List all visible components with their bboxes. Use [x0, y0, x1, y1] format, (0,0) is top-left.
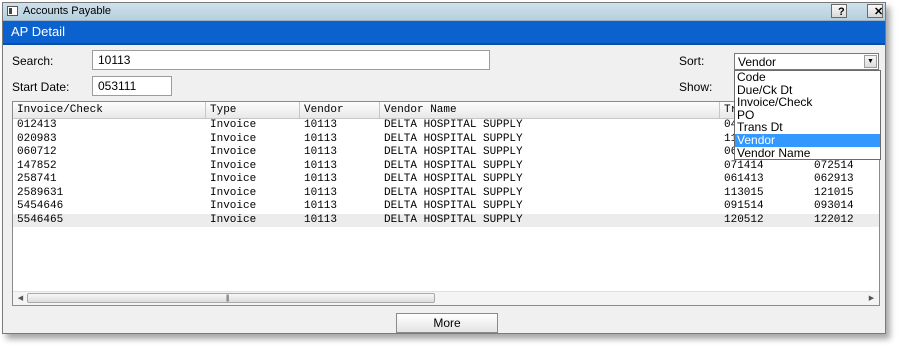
help-button[interactable]: ?: [831, 4, 847, 18]
cell-type: Invoice: [210, 132, 257, 145]
cell-due-dt: 072514: [814, 159, 854, 172]
cell-vendor-name: DELTA HOSPITAL SUPPLY: [384, 119, 523, 131]
cell-invoice-check: 2589631: [17, 186, 64, 199]
scroll-left-icon[interactable]: ◀: [15, 293, 26, 304]
more-button[interactable]: More: [396, 313, 498, 333]
sort-selected-value: Vendor: [738, 55, 777, 69]
search-label: Search:: [12, 54, 54, 68]
cell-due-dt: 093014: [814, 200, 854, 212]
grip-icon: |||: [226, 295, 230, 302]
title-bar[interactable]: Accounts Payable ? ✕: [3, 3, 885, 21]
cell-vendor: 10113: [304, 119, 338, 131]
cell-vendor-name: DELTA HOSPITAL SUPPLY: [384, 200, 523, 212]
cell-trans-dt: 061413: [724, 173, 764, 185]
sort-label: Sort:: [679, 54, 705, 68]
scroll-right-icon[interactable]: ▶: [866, 293, 877, 304]
table-row[interactable]: 5546465 Invoice 10113 DELTA HOSPITAL SUP…: [13, 213, 879, 227]
table-row[interactable]: 258741 Invoice 10113 DELTA HOSPITAL SUPP…: [13, 173, 879, 187]
close-button[interactable]: ✕: [867, 4, 883, 18]
cell-trans-dt: 091514: [724, 200, 764, 212]
sort-option-code[interactable]: Code: [735, 71, 880, 84]
cell-due-dt: 122012: [814, 213, 854, 226]
column-header-vendor-name[interactable]: Vendor Name: [380, 102, 720, 118]
cell-vendor: 10113: [304, 132, 338, 145]
cell-type: Invoice: [210, 213, 257, 226]
cell-vendor: 10113: [304, 213, 338, 226]
cell-type: Invoice: [210, 186, 257, 199]
cell-vendor-name: DELTA HOSPITAL SUPPLY: [384, 146, 523, 158]
table-row[interactable]: 5454646 Invoice 10113 DELTA HOSPITAL SUP…: [13, 200, 879, 214]
show-label: Show:: [679, 80, 713, 94]
chevron-down-icon[interactable]: ▼: [864, 55, 877, 68]
cell-vendor: 10113: [304, 173, 338, 185]
cell-vendor-name: DELTA HOSPITAL SUPPLY: [384, 173, 523, 185]
cell-due-dt: 121015: [814, 186, 854, 199]
table-row[interactable]: 2589631 Invoice 10113 DELTA HOSPITAL SUP…: [13, 187, 879, 201]
cell-vendor: 10113: [304, 159, 338, 172]
sort-option-invoice-check[interactable]: Invoice/Check: [735, 96, 880, 109]
cell-due-dt: 062913: [814, 173, 854, 185]
sort-option-vendor[interactable]: Vendor: [735, 134, 880, 147]
scrollbar-thumb[interactable]: |||: [27, 293, 435, 303]
cell-trans-dt: 120512: [724, 213, 764, 226]
cell-invoice-check: 012413: [17, 119, 57, 131]
cell-invoice-check: 5546465: [17, 213, 64, 226]
search-input[interactable]: [92, 50, 490, 70]
cell-invoice-check: 258741: [17, 173, 57, 185]
cell-type: Invoice: [210, 119, 257, 131]
accounts-payable-window: Accounts Payable ? ✕ AP Detail Search: S…: [2, 2, 886, 334]
cell-vendor: 10113: [304, 200, 338, 212]
cell-vendor-name: DELTA HOSPITAL SUPPLY: [384, 159, 523, 172]
cell-type: Invoice: [210, 146, 257, 158]
column-header-invoice-check[interactable]: Invoice/Check: [13, 102, 206, 118]
cell-invoice-check: 147852: [17, 159, 57, 172]
window-title: Accounts Payable: [23, 5, 112, 17]
cell-type: Invoice: [210, 200, 257, 212]
column-header-type[interactable]: Type: [206, 102, 300, 118]
cell-vendor: 10113: [304, 186, 338, 199]
cell-vendor-name: DELTA HOSPITAL SUPPLY: [384, 132, 523, 145]
window-app-icon: [7, 6, 18, 16]
sort-option-vendor-name[interactable]: Vendor Name: [735, 146, 880, 160]
table-row[interactable]: 147852 Invoice 10113 DELTA HOSPITAL SUPP…: [13, 160, 879, 174]
cell-type: Invoice: [210, 173, 257, 185]
horizontal-scrollbar[interactable]: ◀ ||| ▶: [13, 291, 879, 305]
start-date-input[interactable]: [92, 76, 172, 96]
section-header: AP Detail: [3, 21, 885, 45]
sort-select[interactable]: Vendor ▼: [734, 53, 879, 70]
cell-vendor: 10113: [304, 146, 338, 158]
cell-invoice-check: 020983: [17, 132, 57, 145]
cell-invoice-check: 5454646: [17, 200, 64, 212]
column-header-vendor[interactable]: Vendor: [300, 102, 380, 118]
cell-invoice-check: 060712: [17, 146, 57, 158]
section-title: AP Detail: [11, 24, 65, 39]
cell-trans-dt: 071414: [724, 159, 764, 172]
start-date-label: Start Date:: [12, 80, 70, 94]
cell-vendor-name: DELTA HOSPITAL SUPPLY: [384, 186, 523, 199]
cell-type: Invoice: [210, 159, 257, 172]
sort-dropdown-list: Code Due/Ck Dt Invoice/Check PO Trans Dt…: [734, 70, 881, 160]
cell-vendor-name: DELTA HOSPITAL SUPPLY: [384, 213, 523, 226]
cell-trans-dt: 113015: [724, 186, 764, 199]
